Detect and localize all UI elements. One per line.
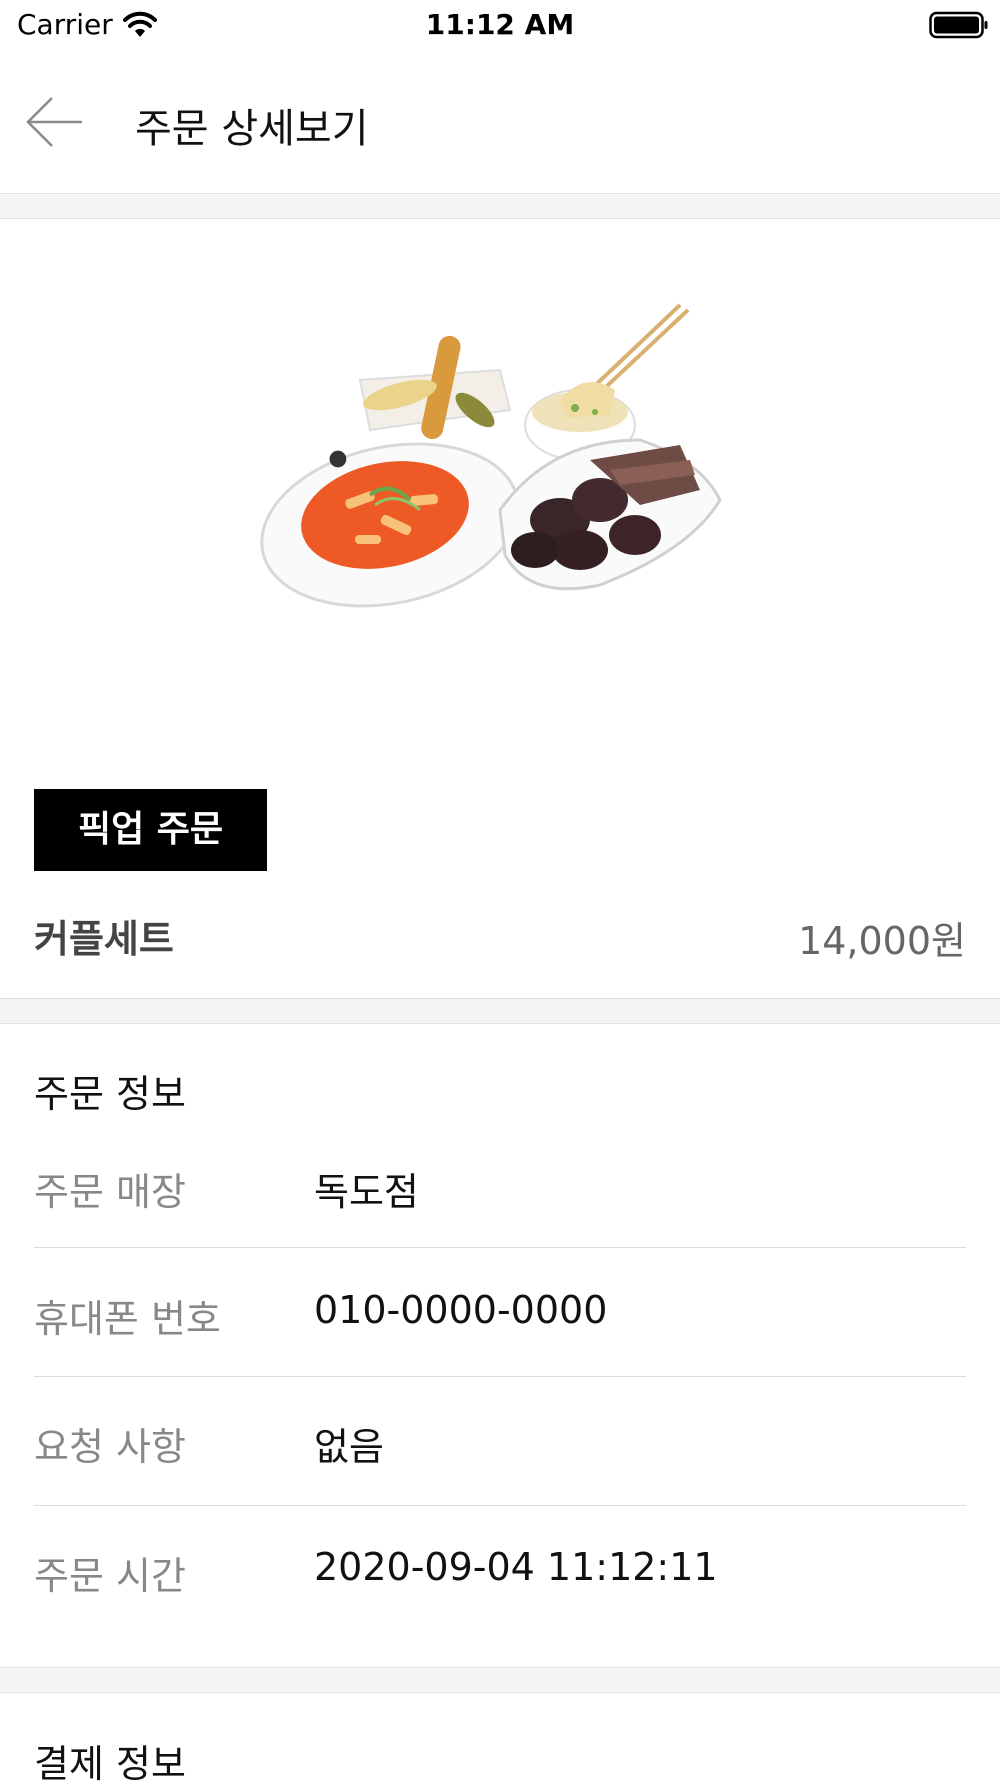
info-row-time: 주문 시간 2020-09-04 11:12:11 bbox=[34, 1506, 966, 1634]
tteokbokki-plate: ● bbox=[260, 442, 520, 608]
info-row-request: 요청 사항 없음 bbox=[34, 1377, 966, 1505]
product-price: 14,000원 bbox=[798, 919, 966, 963]
product-name: 커플세트 bbox=[34, 917, 174, 961]
section-divider bbox=[0, 998, 1000, 1024]
fishcake-soup-bowl bbox=[524, 303, 690, 461]
order-info-title: 주문 정보 bbox=[34, 1072, 186, 1116]
sundae-plate bbox=[498, 438, 722, 591]
page-title: 주문 상세보기 bbox=[135, 106, 369, 152]
nav-bar: 주문 상세보기 bbox=[0, 52, 1000, 192]
info-label: 휴대폰 번호 bbox=[34, 1297, 221, 1341]
info-value: 2020-09-04 11:12:11 bbox=[314, 1545, 718, 1589]
fried-food-plate bbox=[358, 335, 512, 440]
info-value: 010-0000-0000 bbox=[314, 1288, 608, 1332]
battery-icon bbox=[929, 11, 988, 39]
payment-info-title: 결제 정보 bbox=[34, 1742, 186, 1786]
status-bar: Carrier 11:12 AM bbox=[0, 0, 1000, 52]
order-type-badge: 픽업 주문 bbox=[34, 789, 267, 871]
info-row-phone: 휴대폰 번호 010-0000-0000 bbox=[34, 1248, 966, 1376]
info-value: 독도점 bbox=[314, 1170, 419, 1214]
info-label: 주문 매장 bbox=[34, 1170, 186, 1214]
product-image: ● bbox=[260, 303, 722, 608]
section-divider bbox=[0, 1667, 1000, 1693]
info-label: 요청 사항 bbox=[34, 1425, 186, 1469]
status-time: 11:12 AM bbox=[425, 8, 575, 41]
section-divider bbox=[0, 193, 1000, 219]
info-value: 없음 bbox=[314, 1425, 384, 1469]
info-label: 주문 시간 bbox=[34, 1554, 186, 1598]
arrow-left-icon[interactable] bbox=[22, 90, 86, 154]
